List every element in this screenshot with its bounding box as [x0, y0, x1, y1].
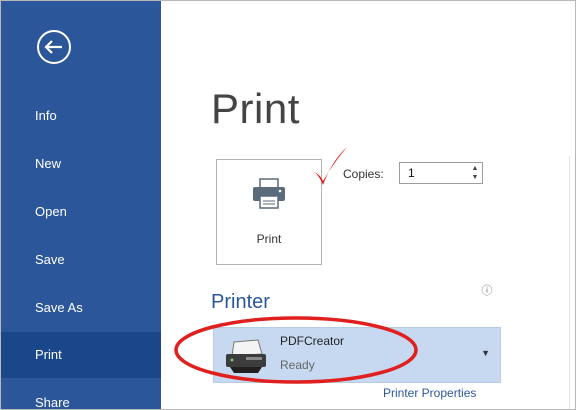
printer-icon — [253, 178, 285, 209]
copies-input[interactable]: 1 ▲ ▼ — [399, 162, 483, 184]
copies-value: 1 — [408, 166, 415, 180]
copies-label: Copies: — [343, 167, 384, 181]
sidebar-item-new[interactable]: New — [1, 142, 161, 186]
printer-device-icon — [226, 339, 266, 373]
panel-divider — [569, 156, 570, 409]
printer-section-title: Printer — [211, 291, 270, 313]
copies-decrement-button[interactable]: ▼ — [470, 173, 480, 182]
page-title: Print — [211, 85, 300, 132]
sidebar-item-info[interactable]: Info — [1, 94, 161, 138]
info-icon[interactable]: ⓘ — [481, 285, 493, 297]
printer-select[interactable]: PDFCreator Ready ▼ — [213, 327, 501, 383]
backstage-sidebar: Info New Open Save Save As Print Share — [1, 1, 161, 409]
back-button[interactable] — [35, 28, 73, 66]
window: Info New Open Save Save As Print Share P… — [0, 0, 576, 410]
sidebar-item-save[interactable]: Save — [1, 238, 161, 282]
print-button-label: Print — [256, 232, 282, 246]
chevron-down-icon: ▼ — [481, 348, 490, 358]
printer-properties-link[interactable]: Printer Properties — [383, 386, 476, 400]
printer-status: Ready — [280, 358, 315, 372]
sidebar-item-share[interactable]: Share — [1, 381, 161, 409]
copies-increment-button[interactable]: ▲ — [470, 164, 480, 173]
sidebar-item-print[interactable]: Print — [1, 332, 161, 378]
print-button[interactable]: Print — [216, 159, 322, 265]
sidebar-item-save-as[interactable]: Save As — [1, 286, 161, 330]
sidebar-item-open[interactable]: Open — [1, 190, 161, 234]
print-panel: Print Print Copies: 1 ▲ ▼ Printer ⓘ PDFC… — [161, 1, 575, 409]
back-arrow-icon — [37, 30, 71, 64]
printer-name: PDFCreator — [280, 334, 345, 348]
